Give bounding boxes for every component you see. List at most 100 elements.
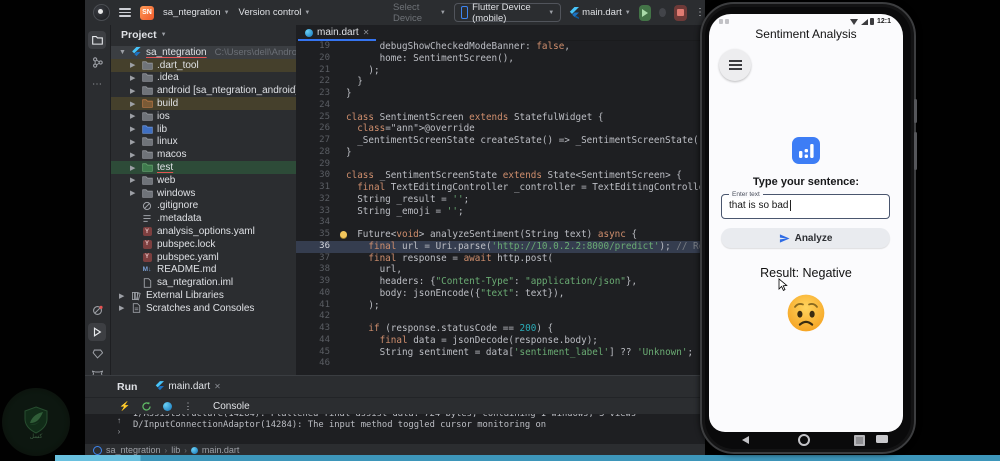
close-tab-icon[interactable]: ✕ <box>214 382 221 391</box>
menu-button[interactable] <box>719 49 751 81</box>
run-tab-main-dart[interactable]: main.dart ✕ <box>155 376 221 397</box>
nav-home-icon[interactable] <box>798 434 810 446</box>
analyze-button[interactable]: Analyze <box>721 228 890 248</box>
breadcrumb-main-dart[interactable]: main.dart <box>202 445 240 455</box>
run-config-dropdown[interactable]: main.dart ▼ <box>569 6 631 19</box>
chevron-down-icon[interactable]: ▼ <box>119 49 126 56</box>
run-tool-icon[interactable] <box>88 323 106 341</box>
tree-item-gitignore[interactable]: .gitignore <box>111 200 296 213</box>
close-tab-icon[interactable]: ✕ <box>363 28 370 37</box>
project-badge[interactable]: SN <box>140 5 154 20</box>
taskbar-strip[interactable] <box>55 455 1000 461</box>
code-line-21[interactable]: 21 ); <box>296 65 705 77</box>
tree-item-android-sa-ntegration-android[interactable]: ▶ android [sa_ntegration_android] <box>111 84 296 97</box>
more-tool-windows-icon[interactable]: ⋯ <box>88 75 106 93</box>
more-options-icon[interactable]: ⋮ <box>182 400 194 412</box>
console-scroll-icons[interactable]: ↑ › <box>113 415 125 437</box>
code-line-33[interactable]: 33 String _emoji = ''; <box>296 206 705 218</box>
code-line-42[interactable]: 42 <box>296 311 705 323</box>
code-line-38[interactable]: 38 url, <box>296 264 705 276</box>
tree-item-scratches-and-consoles[interactable]: ▶ Scratches and Consoles <box>111 302 296 315</box>
main-menu-icon[interactable] <box>119 8 131 17</box>
chevron-right-icon[interactable]: ▶ <box>119 304 126 312</box>
tree-item-build[interactable]: ▶ build <box>111 97 296 110</box>
code-line-22[interactable]: 22 } <box>296 76 705 88</box>
chevron-right-icon[interactable]: ▶ <box>130 164 137 172</box>
code-line-44[interactable]: 44 final data = jsonDecode(response.body… <box>296 335 705 347</box>
stop-button[interactable] <box>674 4 687 21</box>
device-selector[interactable]: Flutter Device (mobile) ▼ <box>453 2 562 24</box>
code-line-37[interactable]: 37 final response = await http.post( <box>296 253 705 265</box>
debug-button[interactable] <box>659 8 667 17</box>
code-line-45[interactable]: 45 String sentiment = data['sentiment_la… <box>296 347 705 359</box>
version-control-dropdown[interactable]: Version control ▼ <box>239 7 311 18</box>
tree-item-external-libraries[interactable]: ▶ External Libraries <box>111 289 296 302</box>
more-actions-icon[interactable]: ⋮ <box>695 7 705 18</box>
tree-item-web[interactable]: ▶ web <box>111 174 296 187</box>
code-line-23[interactable]: 23} <box>296 88 705 100</box>
chevron-right-icon[interactable]: ▶ <box>130 138 137 146</box>
chevron-right-icon[interactable]: ▶ <box>130 125 137 133</box>
structure-tool-icon[interactable] <box>88 53 106 71</box>
code-line-32[interactable]: 32 String _result = ''; <box>296 194 705 206</box>
code-line-19[interactable]: 19 debugShowCheckedModeBanner: false, <box>296 41 705 53</box>
hot-restart-icon[interactable] <box>140 400 152 412</box>
android-studio-logo-icon[interactable] <box>93 4 110 21</box>
tree-item-pubspec-lock[interactable]: Ypubspec.lock <box>111 238 296 251</box>
tree-item-sa-ntegration-iml[interactable]: sa_ntegration.iml <box>111 276 296 289</box>
tree-item-linux[interactable]: ▶ linux <box>111 136 296 149</box>
code-line-25[interactable]: 25 class SentimentScreen extends Stateful… <box>296 112 705 124</box>
project-name-dropdown[interactable]: sa_ntegration ▼ <box>163 7 230 18</box>
dart-devtools-icon[interactable] <box>161 400 173 412</box>
power-button[interactable] <box>914 132 917 170</box>
breadcrumb-sa-ntegration[interactable]: sa_ntegration <box>106 445 161 455</box>
tree-item-readme-md[interactable]: M↓ README.md <box>111 264 296 277</box>
tree-item-idea[interactable]: ▶ .idea <box>111 72 296 85</box>
nav-keyboard-icon[interactable] <box>876 435 888 443</box>
console-tab[interactable]: Console <box>213 401 250 412</box>
code-line-41[interactable]: 41 ); <box>296 300 705 312</box>
tab-main-dart[interactable]: main.dart ✕ <box>296 25 378 41</box>
code-area[interactable]: 19 debugShowCheckedModeBanner: false, 20 … <box>296 41 705 375</box>
code-line-30[interactable]: 30 class _SentimentScreenState extends St… <box>296 170 705 182</box>
tree-item-test[interactable]: ▶ test <box>111 161 296 174</box>
code-line-29[interactable]: 29 <box>296 159 705 171</box>
project-panel-header[interactable]: Project ▼ <box>111 25 296 45</box>
chevron-right-icon[interactable]: ▶ <box>130 61 137 69</box>
chevron-right-icon[interactable]: ▶ <box>130 189 137 197</box>
select-device-dropdown[interactable]: Select Device ▼ <box>393 2 446 24</box>
nav-recents-icon[interactable] <box>854 435 865 446</box>
code-line-40[interactable]: 40 body: jsonEncode({"text": text}), <box>296 288 705 300</box>
app-quality-insights-icon[interactable] <box>88 345 106 363</box>
volume-button[interactable] <box>914 99 917 123</box>
code-line-20[interactable]: 20 home: SentimentScreen(), <box>296 53 705 65</box>
run-button[interactable] <box>638 4 652 21</box>
notifications-icon[interactable] <box>88 301 106 319</box>
tree-item-metadata[interactable]: .metadata <box>111 212 296 225</box>
code-line-28[interactable]: 28} <box>296 147 705 159</box>
tree-item-pubspec-yaml[interactable]: Ypubspec.yaml <box>111 251 296 264</box>
code-line-36[interactable]: 36 final url = Uri.parse('http://10.0.2.… <box>296 240 705 253</box>
tree-item-analysis-options-yaml[interactable]: Yanalysis_options.yaml <box>111 225 296 238</box>
hot-reload-icon[interactable]: ⚡ <box>119 400 131 412</box>
code-line-34[interactable]: 34 <box>296 217 705 229</box>
code-line-46[interactable]: 46 <box>296 358 705 370</box>
tree-item-windows[interactable]: ▶ windows <box>111 187 296 200</box>
project-tool-icon[interactable] <box>88 31 106 49</box>
sentence-input[interactable]: Enter text that is so bad <box>721 191 890 219</box>
chevron-right-icon[interactable]: ▶ <box>130 112 137 120</box>
chevron-right-icon[interactable]: ▶ <box>130 151 137 159</box>
tree-item-lib[interactable]: ▶ lib <box>111 123 296 136</box>
nav-back-icon[interactable] <box>742 436 749 444</box>
intention-bulb-icon[interactable] <box>340 231 347 238</box>
code-line-24[interactable]: 24 <box>296 100 705 112</box>
tree-item-dart-tool[interactable]: ▶ .dart_tool <box>111 58 296 72</box>
chevron-right-icon[interactable]: ▶ <box>130 74 137 82</box>
chevron-right-icon[interactable]: ▶ <box>130 87 137 95</box>
code-line-43[interactable]: 43 if (response.statusCode == 200) { <box>296 323 705 335</box>
code-line-26[interactable]: 26 class="ann">@override <box>296 123 705 135</box>
console-output[interactable]: ↑ › I/AssistStructure(14284): Flattened f… <box>85 414 705 443</box>
tree-item-sa-ntegration[interactable]: ▼ sa_ntegration C:\Users\dell\AndroidStudi… <box>111 46 296 59</box>
chevron-right-icon[interactable]: ▶ <box>130 176 137 184</box>
breadcrumb-lib[interactable]: lib <box>171 445 180 455</box>
